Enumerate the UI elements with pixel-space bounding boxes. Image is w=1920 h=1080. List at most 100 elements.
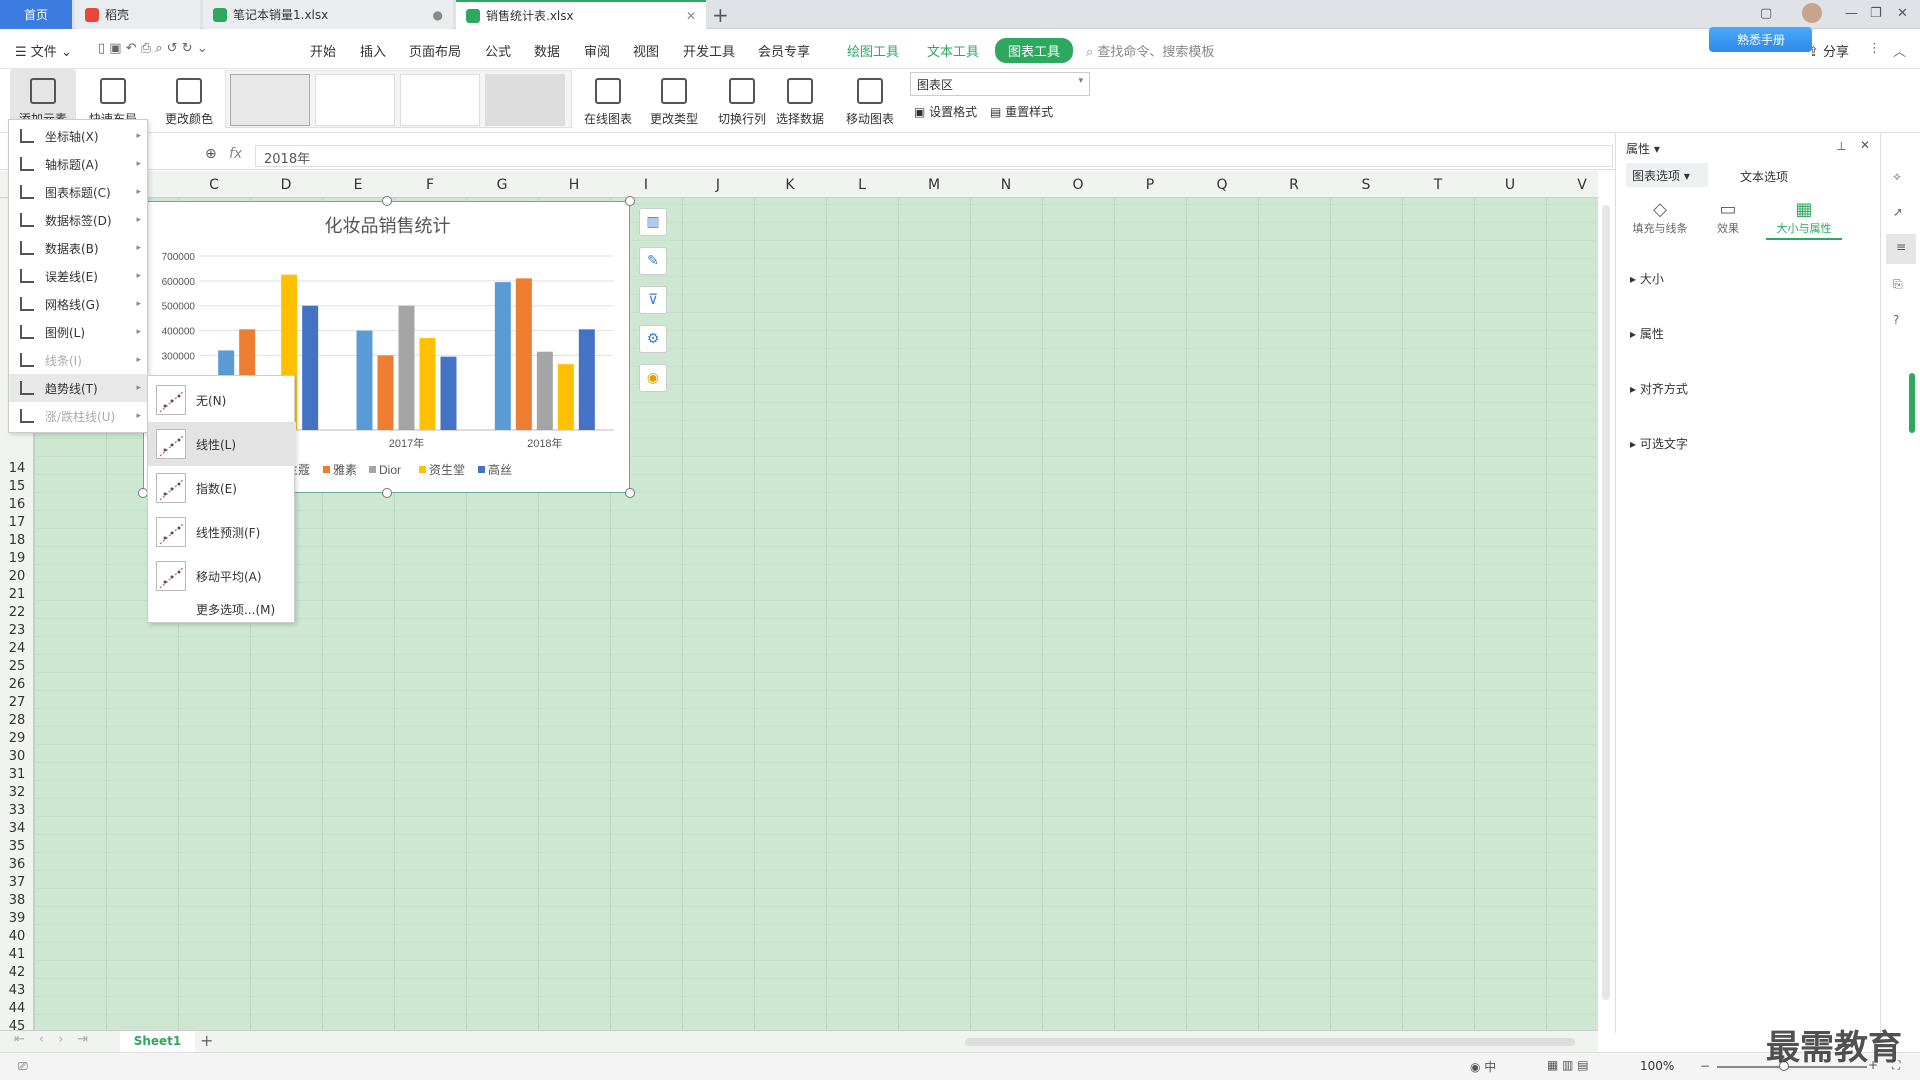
row-header-25[interactable]: 25	[0, 659, 34, 674]
menu-item-chart-title[interactable]: 图表标题(C) ▸	[9, 178, 149, 206]
menu-item-text-tool[interactable]: 文本工具	[927, 41, 979, 60]
trendline-option-4[interactable]: 移动平均(A)	[148, 554, 296, 598]
row-header-22[interactable]: 22	[0, 605, 34, 620]
menu-item-updown-bar[interactable]: 涨/跌柱线(U) ▸	[9, 402, 149, 430]
row-header-20[interactable]: 20	[0, 569, 34, 584]
chart-area-select[interactable]: 图表区 ▾	[910, 72, 1090, 96]
column-header-k[interactable]: K	[775, 177, 805, 193]
row-header-41[interactable]: 41	[0, 947, 34, 962]
set-format-button[interactable]: ▣ 设置格式	[914, 103, 977, 120]
size-property-tab[interactable]: ▦ 大小与属性	[1766, 199, 1842, 240]
row-header-29[interactable]: 29	[0, 731, 34, 746]
close-panel-icon[interactable]: ✕	[1860, 138, 1870, 152]
column-header-f[interactable]: F	[415, 177, 445, 193]
menu-item-legend[interactable]: 图例(L) ▸	[9, 318, 149, 346]
row-header-16[interactable]: 16	[0, 497, 34, 512]
section-alt-text[interactable]: ▸ 可选文字	[1630, 435, 1688, 452]
row-header-34[interactable]: 34	[0, 821, 34, 836]
more-icon[interactable]: ⋮	[1868, 41, 1881, 56]
zoom-out-icon[interactable]: −	[1700, 1059, 1710, 1073]
column-header-h[interactable]: H	[559, 177, 589, 193]
menu-item-axis[interactable]: 坐标轴(X) ▸	[9, 122, 149, 150]
chart-style-4[interactable]	[485, 74, 565, 126]
section-property[interactable]: ▸ 属性	[1630, 325, 1664, 342]
sheet-tab-sheet1[interactable]: Sheet1	[120, 1031, 195, 1052]
column-header-g[interactable]: G	[487, 177, 517, 193]
menu-item-error-bar[interactable]: 误差线(E) ▸	[9, 262, 149, 290]
share-button[interactable]: ⇪ 分享	[1808, 41, 1849, 60]
tab-home[interactable]: 首页	[0, 0, 72, 29]
menu-item-data-table[interactable]: 数据表(B) ▸	[9, 234, 149, 262]
menu-item-trendline[interactable]: 趋势线(T) ▸	[9, 374, 149, 402]
row-header-37[interactable]: 37	[0, 875, 34, 890]
menu-item-formula[interactable]: 公式	[485, 41, 511, 60]
chart-style-2[interactable]	[315, 74, 395, 126]
menu-item-page-layout[interactable]: 页面布局	[409, 41, 461, 60]
tab-dot-icon[interactable]: ●	[433, 8, 443, 22]
panel-title[interactable]: 属性 ▾	[1626, 140, 1660, 157]
chart-filter-icon[interactable]: ⊽	[639, 286, 667, 314]
trendline-option-2[interactable]: 指数(E)	[148, 466, 296, 510]
menu-item-drawing-tool[interactable]: 绘图工具	[847, 41, 899, 60]
section-align[interactable]: ▸ 对齐方式	[1630, 380, 1688, 397]
column-header-c[interactable]: C	[199, 177, 229, 193]
row-header-23[interactable]: 23	[0, 623, 34, 638]
trendline-option-0[interactable]: 无(N)	[148, 378, 296, 422]
row-header-17[interactable]: 17	[0, 515, 34, 530]
tab-chart-options[interactable]: 图表选项 ▾	[1626, 163, 1708, 187]
column-header-n[interactable]: N	[991, 177, 1021, 193]
column-header-s[interactable]: S	[1351, 177, 1381, 193]
row-header-21[interactable]: 21	[0, 587, 34, 602]
row-header-26[interactable]: 26	[0, 677, 34, 692]
menu-item-data[interactable]: 数据	[534, 41, 560, 60]
column-header-e[interactable]: E	[343, 177, 373, 193]
row-header-36[interactable]: 36	[0, 857, 34, 872]
row-header-30[interactable]: 30	[0, 749, 34, 764]
row-header-42[interactable]: 42	[0, 965, 34, 980]
chart-style-1[interactable]	[230, 74, 310, 126]
chart-resize-handle[interactable]	[625, 488, 635, 498]
column-header-p[interactable]: P	[1135, 177, 1165, 193]
column-header-i[interactable]: I	[631, 177, 661, 193]
new-tab-icon[interactable]: +	[712, 3, 729, 27]
property-icon[interactable]: ≡	[1886, 234, 1916, 264]
help-icon[interactable]: ?	[1893, 313, 1899, 327]
column-header-d[interactable]: D	[271, 177, 301, 193]
menu-item-line[interactable]: 线条(I) ▸	[9, 346, 149, 374]
trendline-option-1[interactable]: 线性(L)	[148, 422, 296, 466]
column-header-q[interactable]: Q	[1207, 177, 1237, 193]
section-size[interactable]: ▸ 大小	[1630, 270, 1664, 287]
trendline-option-3[interactable]: 线性预测(F)	[148, 510, 296, 554]
tab-notes-file[interactable]: 笔记本销量1.xlsx ●	[203, 0, 453, 29]
chart-style-3[interactable]	[400, 74, 480, 126]
row-header-31[interactable]: 31	[0, 767, 34, 782]
collapse-ribbon-icon[interactable]: ︿	[1893, 41, 1906, 60]
row-header-24[interactable]: 24	[0, 641, 34, 656]
panel-scroll-indicator[interactable]	[1909, 373, 1915, 433]
row-header-43[interactable]: 43	[0, 983, 34, 998]
row-header-32[interactable]: 32	[0, 785, 34, 800]
switch-row-col-button[interactable]: 切换行列	[712, 69, 772, 129]
column-header-t[interactable]: T	[1423, 177, 1453, 193]
column-header-r[interactable]: R	[1279, 177, 1309, 193]
menu-item-view[interactable]: 视图	[633, 41, 659, 60]
menu-item-member[interactable]: 会员专享	[758, 41, 810, 60]
select-data-button[interactable]: 选择数据	[770, 69, 830, 129]
chart-resize-handle[interactable]	[382, 488, 392, 498]
tab-text-options[interactable]: 文本选项	[1740, 168, 1788, 185]
chart-tips-icon[interactable]: ◉	[639, 364, 667, 392]
menu-item-chart-tool[interactable]: 图表工具	[995, 38, 1074, 63]
row-header-27[interactable]: 27	[0, 695, 34, 710]
fill-line-tab[interactable]: ◇ 填充与线条	[1630, 199, 1690, 236]
fx-icon[interactable]: fx	[229, 146, 242, 162]
menu-item-developer[interactable]: 开发工具	[683, 41, 735, 60]
chart-resize-handle[interactable]	[382, 196, 392, 206]
menu-item-data-label[interactable]: 数据标签(D) ▸	[9, 206, 149, 234]
backup-icon[interactable]: ⎘	[1893, 277, 1903, 292]
horizontal-scrollbar[interactable]	[965, 1038, 1575, 1046]
column-header-j[interactable]: J	[703, 177, 733, 193]
change-type-button[interactable]: 更改类型	[644, 69, 704, 129]
tab-sales-file[interactable]: 销售统计表.xlsx ✕	[456, 0, 706, 29]
row-header-44[interactable]: 44	[0, 1001, 34, 1016]
move-chart-button[interactable]: 移动图表	[840, 69, 900, 129]
